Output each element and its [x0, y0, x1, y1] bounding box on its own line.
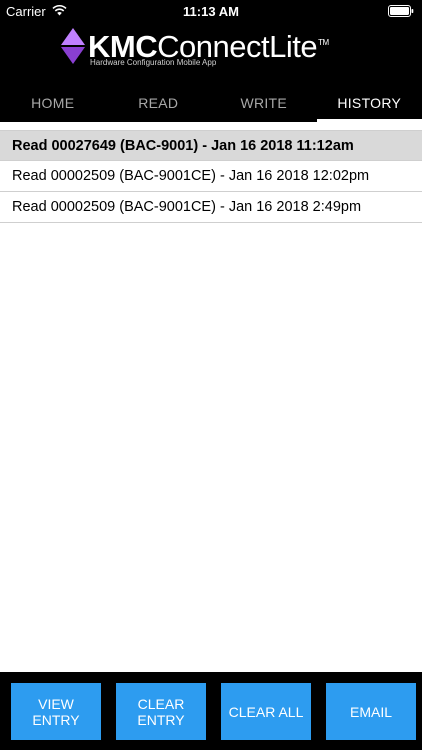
history-list: Read 00027649 (BAC-9001) - Jan 16 2018 1…: [0, 130, 422, 223]
view-entry-button[interactable]: VIEW ENTRY: [11, 683, 101, 740]
app-header: KMCConnectLiteTM Hardware Configuration …: [0, 22, 422, 86]
action-bar: VIEW ENTRY CLEAR ENTRY CLEAR ALL EMAIL: [0, 672, 422, 750]
trademark-mark: TM: [318, 38, 329, 47]
tab-bar: HOME READ WRITE HISTORY: [0, 86, 422, 122]
email-button[interactable]: EMAIL: [326, 683, 416, 740]
app-tagline: Hardware Configuration Mobile App: [90, 58, 217, 67]
tab-read[interactable]: READ: [106, 86, 212, 122]
status-time: 11:13 AM: [183, 4, 239, 19]
history-row[interactable]: Read 00027649 (BAC-9001) - Jan 16 2018 1…: [0, 130, 422, 161]
tab-history[interactable]: HISTORY: [316, 86, 422, 122]
battery-icon: [388, 5, 414, 17]
status-bar: Carrier 11:13 AM: [0, 0, 422, 22]
tab-home[interactable]: HOME: [0, 86, 106, 122]
tab-write[interactable]: WRITE: [211, 86, 317, 122]
history-row[interactable]: Read 00002509 (BAC-9001CE) - Jan 16 2018…: [0, 192, 422, 223]
kmc-logo-icon: [61, 28, 85, 64]
clear-entry-button[interactable]: CLEAR ENTRY: [116, 683, 206, 740]
history-row[interactable]: Read 00002509 (BAC-9001CE) - Jan 16 2018…: [0, 161, 422, 192]
clear-all-button[interactable]: CLEAR ALL: [221, 683, 311, 740]
